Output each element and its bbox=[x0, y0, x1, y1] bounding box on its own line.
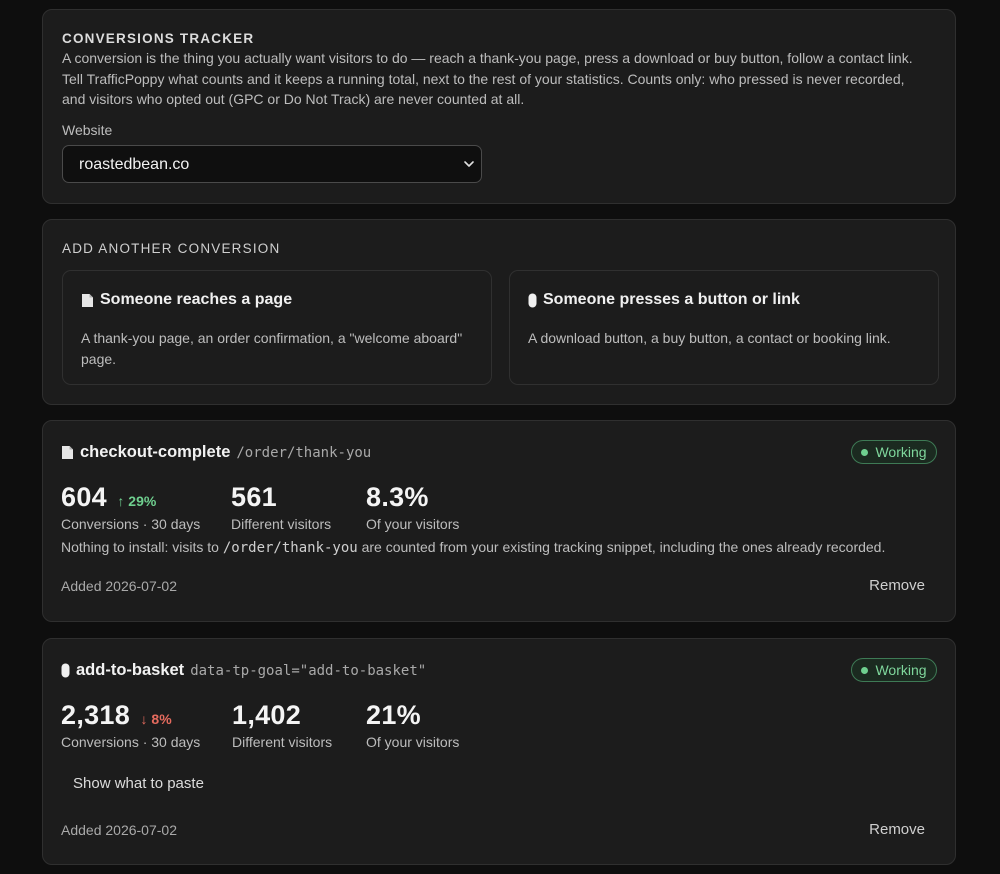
tracker-card: CONVERSIONS TRACKER A conversion is the … bbox=[42, 9, 956, 204]
arrow-up-icon: ↑ bbox=[117, 493, 125, 509]
goal-name: add-to-basket bbox=[76, 661, 185, 679]
status-badge: Working bbox=[851, 440, 937, 464]
remove-button[interactable]: Remove bbox=[869, 577, 925, 594]
button-icon bbox=[528, 293, 537, 307]
document-icon bbox=[62, 446, 73, 459]
conversions-value: 2,318 bbox=[61, 700, 131, 730]
status-label: Working bbox=[875, 662, 927, 678]
conversions-value: 604 bbox=[61, 482, 107, 512]
status-dot-icon bbox=[861, 666, 869, 674]
conversions-label: Conversions · 30 days bbox=[61, 516, 201, 532]
option-button-description: A download button, a buy button, a conta… bbox=[528, 330, 891, 346]
remove-button[interactable]: Remove bbox=[869, 821, 925, 838]
conversions-label: Conversions · 30 days bbox=[61, 734, 201, 750]
added-date: Added 2026-07-02 bbox=[61, 822, 177, 838]
stat-conversions: 2,318 ↓ 8% Conversions · 30 days bbox=[61, 700, 200, 750]
add-conversion-card: ADD ANOTHER CONVERSION Someone reaches a… bbox=[42, 219, 956, 405]
stat-visitors: 561 Different visitors bbox=[231, 482, 331, 532]
option-page-description: A thank-you page, an order confirmation,… bbox=[81, 330, 463, 367]
visitors-value: 561 bbox=[231, 482, 277, 512]
website-select-value: roastedbean.co bbox=[79, 156, 190, 173]
visitors-label: Different visitors bbox=[232, 734, 333, 750]
option-page-reached[interactable]: Someone reaches a page A thank-you page,… bbox=[62, 270, 492, 385]
option-button-pressed[interactable]: Someone presses a button or link A downl… bbox=[509, 270, 939, 385]
tracker-description-line: and visitors who opted out (GPC or Do No… bbox=[62, 91, 525, 107]
status-dot-icon bbox=[861, 448, 869, 456]
tracker-description-line: Tell TrafficPoppy what counts and it kee… bbox=[62, 70, 905, 87]
visitors-value: 1,402 bbox=[232, 700, 302, 730]
rate-value: 8.3% bbox=[366, 482, 429, 512]
goal-target: data-tp-goal="add-to-basket" bbox=[190, 663, 427, 679]
stat-rate: 21% Of your visitors bbox=[366, 700, 459, 750]
tracker-description-line: A conversion is the thing you actually w… bbox=[62, 50, 913, 66]
chevron-down-icon bbox=[464, 161, 474, 167]
goal-name: checkout-complete bbox=[80, 443, 231, 461]
option-page-title: Someone reaches a page bbox=[100, 291, 293, 308]
install-note-suffix: are counted from your existing tracking … bbox=[357, 539, 886, 555]
install-note-prefix: Nothing to install: visits to bbox=[61, 539, 223, 555]
goal-card: add-to-basket data-tp-goal="add-to-baske… bbox=[42, 638, 956, 865]
added-date: Added 2026-07-02 bbox=[61, 578, 177, 594]
install-note: Nothing to install: visits to /order/tha… bbox=[61, 539, 885, 556]
document-icon bbox=[82, 293, 93, 307]
status-badge: Working bbox=[851, 658, 937, 682]
delta-badge: ↓ 8% bbox=[141, 711, 172, 727]
goal-target: /order/thank-you bbox=[236, 445, 372, 461]
stat-conversions: 604 ↑ 29% Conversions · 30 days bbox=[61, 482, 200, 532]
install-note-path: /order/thank-you bbox=[222, 540, 358, 556]
stat-visitors: 1,402 Different visitors bbox=[232, 700, 332, 750]
goal-header: checkout-complete /order/thank-you bbox=[61, 443, 371, 462]
rate-label: Of your visitors bbox=[366, 516, 460, 532]
status-label: Working bbox=[875, 444, 927, 460]
delta-badge: ↑ 29% bbox=[117, 493, 156, 509]
stat-rate: 8.3% Of your visitors bbox=[366, 482, 459, 532]
button-icon bbox=[61, 663, 70, 678]
website-label: Website bbox=[62, 122, 113, 138]
website-select[interactable]: roastedbean.co bbox=[62, 145, 482, 183]
tracker-title: CONVERSIONS TRACKER bbox=[62, 31, 255, 46]
visitors-label: Different visitors bbox=[231, 516, 332, 532]
show-paste-button[interactable]: Show what to paste bbox=[73, 775, 204, 792]
delta-value: 29% bbox=[128, 493, 157, 509]
goal-header: add-to-basket data-tp-goal="add-to-baske… bbox=[61, 661, 426, 680]
option-button-title: Someone presses a button or link bbox=[543, 291, 800, 308]
arrow-down-icon: ↓ bbox=[140, 711, 148, 727]
delta-value: 8% bbox=[151, 711, 172, 727]
tracker-description: A conversion is the thing you actually w… bbox=[62, 48, 952, 110]
goal-card: checkout-complete /order/thank-you Worki… bbox=[42, 420, 956, 622]
add-conversion-title: ADD ANOTHER CONVERSION bbox=[62, 241, 281, 256]
rate-value: 21% bbox=[366, 700, 421, 730]
rate-label: Of your visitors bbox=[366, 734, 460, 750]
